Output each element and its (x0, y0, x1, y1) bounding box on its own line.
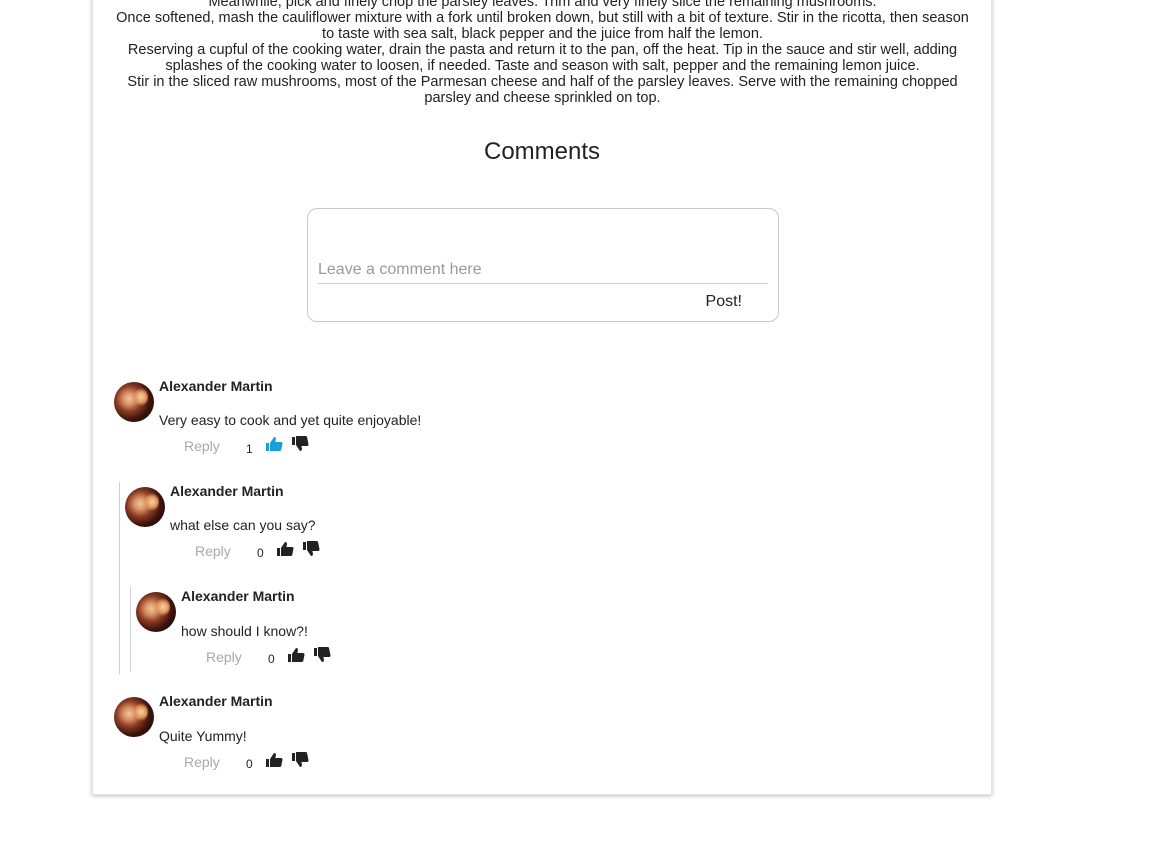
comment-author[interactable]: Alexander Martin (159, 693, 273, 709)
reply-button[interactable]: Reply (206, 649, 242, 665)
reply-button[interactable]: Reply (184, 754, 220, 770)
comment-author[interactable]: Alexander Martin (181, 588, 295, 604)
comment-form: Post! (307, 208, 779, 322)
comment-author[interactable]: Alexander Martin (159, 378, 273, 394)
recipe-step: Stir in the sliced raw mushrooms, most o… (127, 74, 958, 106)
avatar[interactable] (125, 487, 165, 527)
avatar[interactable] (136, 592, 176, 632)
thumbs-down-icon[interactable] (291, 752, 309, 768)
post-button[interactable]: Post! (706, 293, 742, 311)
thumbs-up-icon[interactable] (287, 647, 305, 663)
thumbs-down-icon[interactable] (313, 647, 331, 663)
vote-count: 0 (257, 546, 264, 560)
recipe-step: Meanwhile, pick and finely chop the pars… (208, 0, 877, 10)
avatar[interactable] (114, 697, 154, 737)
vote-count: 0 (246, 757, 253, 771)
thread-line (130, 587, 131, 672)
comments-heading: Comments (483, 138, 601, 165)
comment-text: what else can you say? (170, 517, 316, 533)
reply-button[interactable]: Reply (195, 543, 231, 559)
thread-line (119, 482, 120, 674)
recipe-instructions: Meanwhile, pick and finely chop the pars… (110, 0, 975, 106)
vote-count: 1 (246, 442, 253, 456)
reply-button[interactable]: Reply (184, 438, 220, 454)
comment-text: Quite Yummy! (159, 728, 247, 744)
thumbs-up-icon[interactable] (276, 541, 294, 557)
recipe-step: Once softened, mash the cauliflower mixt… (116, 10, 969, 42)
thumbs-up-icon[interactable] (265, 752, 283, 768)
recipe-step: Reserving a cupful of the cooking water,… (127, 42, 958, 74)
thumbs-down-icon[interactable] (291, 436, 309, 452)
thumbs-up-icon[interactable] (265, 436, 283, 452)
comment-author[interactable]: Alexander Martin (170, 483, 284, 499)
comment-input[interactable] (318, 257, 768, 284)
comment-text: how should I know?! (181, 623, 308, 639)
avatar[interactable] (114, 382, 154, 422)
thumbs-down-icon[interactable] (302, 541, 320, 557)
vote-count: 0 (268, 652, 275, 666)
comment-text: Very easy to cook and yet quite enjoyabl… (159, 412, 422, 428)
recipe-card (92, 0, 992, 795)
